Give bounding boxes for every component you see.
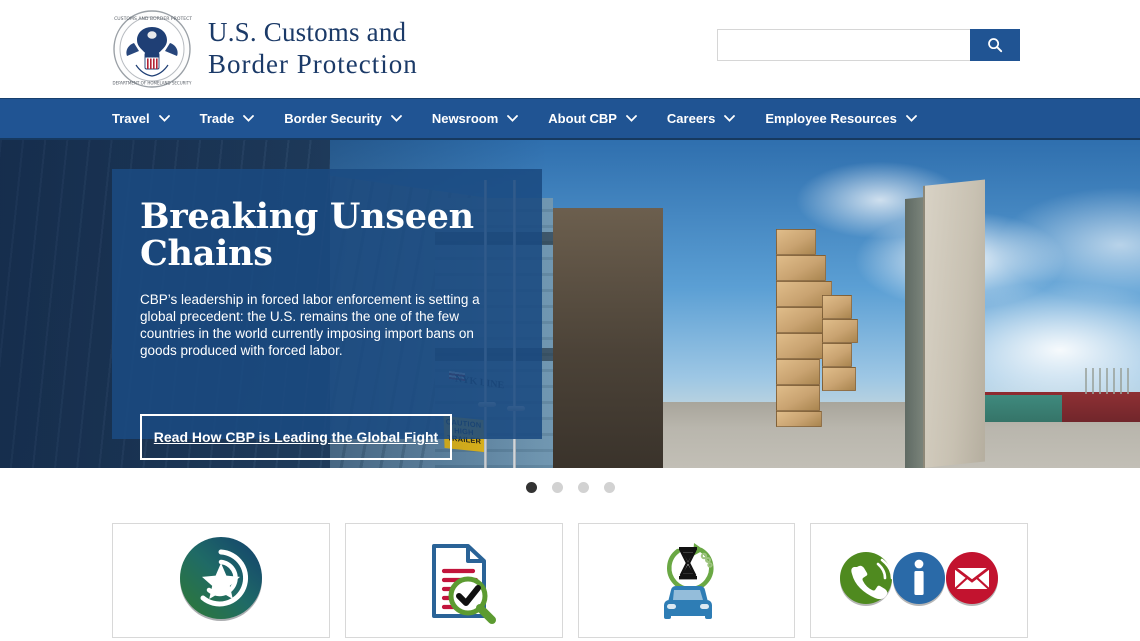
card-contact-us[interactable]	[810, 523, 1028, 638]
search-button[interactable]	[970, 29, 1020, 61]
hero-text-panel: Breaking Unseen Chains CBP’s leadership …	[112, 169, 542, 460]
nav-item-trade[interactable]: Trade	[200, 111, 255, 126]
nav-label: Trade	[199, 111, 235, 126]
nav-item-employee-resources[interactable]: Employee Resources	[765, 111, 917, 126]
chevron-down-icon[interactable]	[724, 115, 736, 122]
chevron-down-icon[interactable]	[158, 115, 170, 122]
chevron-down-icon[interactable]	[243, 115, 255, 122]
nav-label: Travel	[112, 111, 150, 126]
cbp-seal-icon: U.S. CUSTOMS AND BORDER PROTECTION DEPAR…	[112, 9, 192, 89]
nav-item-careers[interactable]: Careers	[666, 111, 736, 126]
chevron-down-icon[interactable]	[507, 115, 519, 122]
search-icon	[987, 37, 1003, 53]
nav-label: Employee Resources	[765, 111, 897, 126]
card-forms-and-documents[interactable]	[344, 523, 563, 638]
hero-title: Breaking Unseen Chains	[140, 196, 474, 274]
site-header: U.S. CUSTOMS AND BORDER PROTECTION DEPAR…	[0, 0, 1140, 98]
carousel-dot-3[interactable]	[577, 481, 589, 493]
hero-carousel-slide: NYK LINE CAUTION HIGH TRAILER Breaking U…	[0, 140, 1140, 468]
star-shield-icon	[173, 530, 269, 631]
svg-text:DEPARTMENT OF HOMELAND SECURIT: DEPARTMENT OF HOMELAND SECURITY	[112, 81, 192, 86]
nav-label: About CBP	[548, 111, 617, 126]
document-search-check-icon	[406, 530, 502, 631]
hero-cta-button[interactable]: Read How CBP is Leading the Global Fight	[140, 414, 452, 460]
chevron-down-icon[interactable]	[626, 115, 637, 122]
svg-text:U.S. CUSTOMS AND BORDER PROTEC: U.S. CUSTOMS AND BORDER PROTECTION	[112, 16, 192, 22]
hero-cta-label: Read How CBP is Leading the Global Fight	[153, 429, 439, 445]
brand-wordmark: U.S. Customs and Border Protection	[208, 17, 418, 81]
carousel-pagination	[0, 468, 1140, 506]
nav-item-travel[interactable]: Travel	[112, 111, 170, 126]
nav-item-newsroom[interactable]: Newsroom	[431, 111, 519, 126]
nav-item-border-security[interactable]: Border Security	[284, 111, 402, 126]
agency-name-line1: U.S. Customs and	[208, 17, 407, 48]
main-navigation: Travel Trade Border Security Newsroom Ab…	[0, 98, 1140, 140]
quick-link-card-row	[0, 506, 1140, 638]
chevron-down-icon[interactable]	[390, 115, 402, 122]
site-search	[717, 29, 1020, 61]
agency-name-line2: Border Protection	[208, 49, 418, 79]
chevron-down-icon[interactable]	[905, 115, 917, 122]
carousel-dot-1[interactable]	[525, 481, 537, 493]
nav-item-about-cbp[interactable]: About CBP	[548, 111, 637, 126]
carousel-dot-4[interactable]	[603, 481, 615, 493]
nav-label: Border Security	[284, 111, 382, 126]
search-input[interactable]	[717, 29, 970, 61]
phone-info-email-icon	[834, 543, 1004, 618]
card-trusted-traveler-programs[interactable]	[112, 523, 330, 638]
nav-label: Newsroom	[431, 111, 499, 126]
hero-description: CBP’s leadership in forced labor enforce…	[140, 291, 480, 359]
nav-label: Careers	[666, 111, 716, 126]
card-border-wait-times[interactable]	[577, 523, 796, 638]
carousel-dot-2[interactable]	[551, 481, 563, 493]
site-brand[interactable]: U.S. CUSTOMS AND BORDER PROTECTION DEPAR…	[112, 9, 418, 89]
car-hourglass-icon	[638, 530, 734, 631]
